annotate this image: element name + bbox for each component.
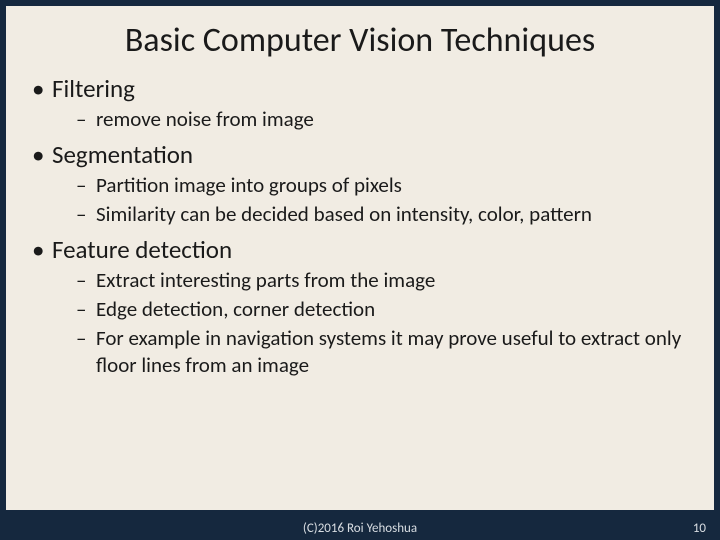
bullet-item: Segmentation Partition image into groups… [30, 139, 696, 228]
bullet-label: Filtering [52, 73, 135, 104]
sub-bullet-list: Extract interesting parts from the image… [52, 267, 696, 379]
sub-bullet-item: For example in navigation systems it may… [76, 325, 696, 379]
bullet-list: Filtering remove noise from image Segmen… [24, 73, 696, 379]
slide-body: Basic Computer Vision Techniques Filteri… [6, 6, 714, 510]
slide-frame: Basic Computer Vision Techniques Filteri… [0, 0, 720, 540]
bullet-label: Segmentation [52, 139, 193, 170]
bullet-item: Filtering remove noise from image [30, 73, 696, 133]
bullet-item: Feature detection Extract interesting pa… [30, 234, 696, 379]
footer-copyright: (C)2016 Roi Yehoshua [0, 521, 720, 536]
slide-title: Basic Computer Vision Techniques [24, 20, 696, 61]
footer-page-number: 10 [693, 521, 706, 536]
sub-bullet-item: Partition image into groups of pixels [76, 172, 696, 199]
slide-footer: (C)2016 Roi Yehoshua 10 [0, 514, 720, 540]
sub-bullet-item: remove noise from image [76, 106, 696, 133]
sub-bullet-item: Edge detection, corner detection [76, 296, 696, 323]
sub-bullet-list: remove noise from image [52, 106, 696, 133]
sub-bullet-item: Extract interesting parts from the image [76, 267, 696, 294]
bullet-label: Feature detection [52, 234, 232, 265]
sub-bullet-item: Similarity can be decided based on inten… [76, 201, 696, 228]
sub-bullet-list: Partition image into groups of pixels Si… [52, 172, 696, 228]
